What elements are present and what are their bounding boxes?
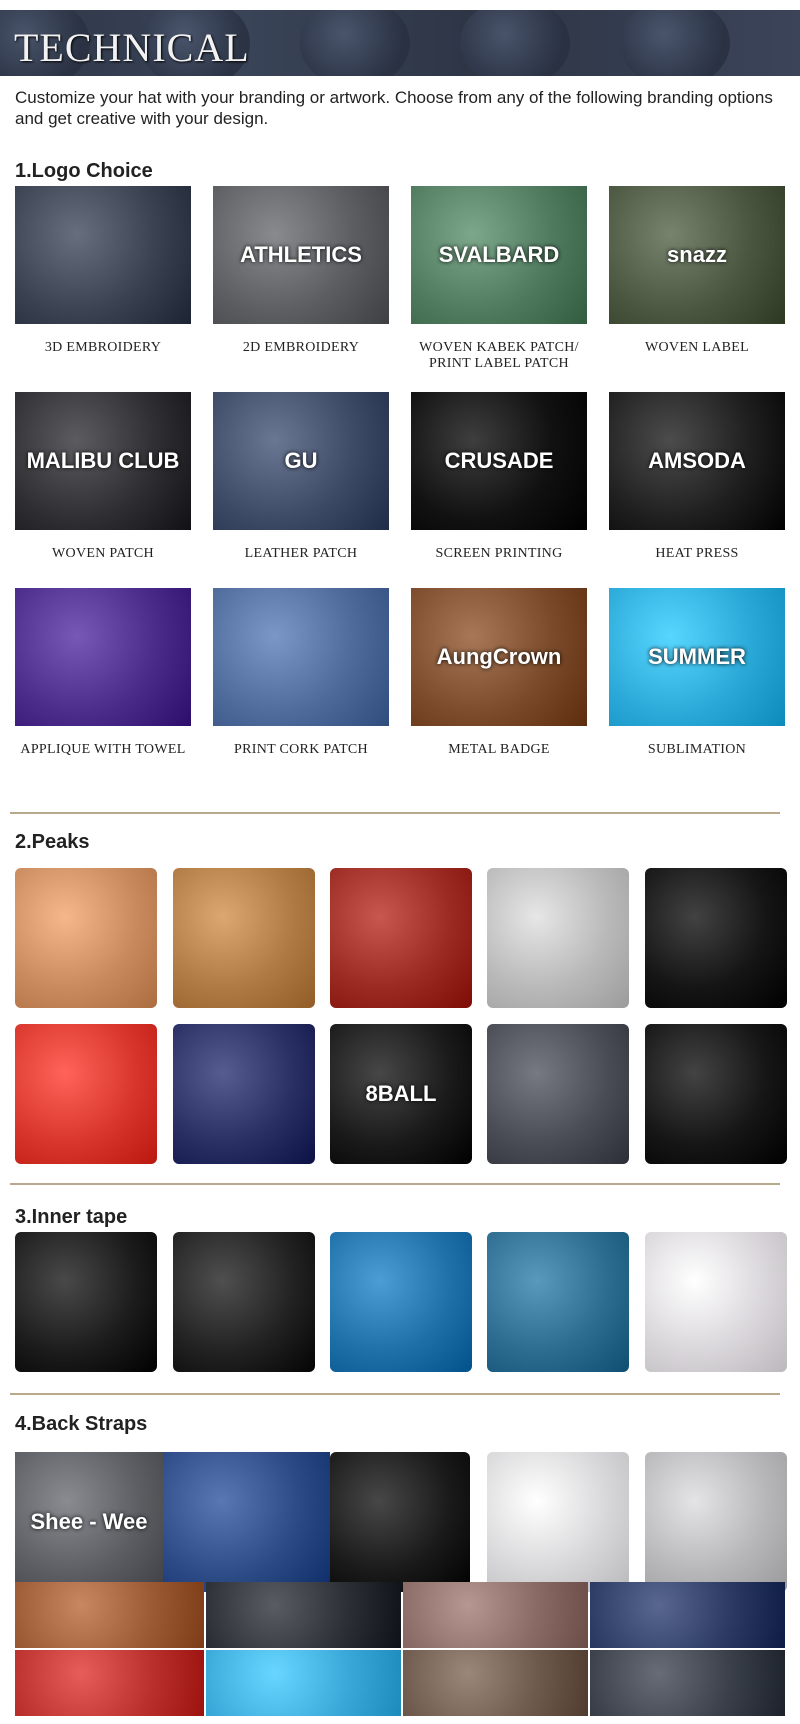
logo-option-caption: PRINT CORK PATCH [234, 742, 368, 757]
back-strap-closeup-image [590, 1582, 785, 1648]
logo-option-image: CRUSADE [411, 392, 587, 530]
banner-cap-image [300, 10, 410, 76]
logo-option-caption: WOVEN KABEK PATCH/ PRINT LABEL PATCH [419, 340, 579, 371]
logo-option-caption: WOVEN PATCH [52, 546, 154, 561]
peak-sample-image [173, 868, 315, 1008]
back-strap-closeup-image [590, 1650, 785, 1716]
section-title-peaks: 2.Peaks [15, 831, 90, 853]
back-strap-closeup-image [403, 1582, 588, 1648]
logo-option-caption: WOVEN LABEL [644, 340, 749, 355]
logo-option-image [15, 588, 191, 726]
image-overlay-text: SVALBARD [438, 242, 560, 267]
peak-sample-image [645, 868, 787, 1008]
image-overlay-text: GU [284, 448, 318, 473]
banner-cap-image [460, 10, 570, 76]
peak-sample-image [487, 1024, 629, 1164]
logo-option-caption: LEATHER PATCH [244, 546, 358, 561]
logo-option-image [15, 186, 191, 324]
peak-sample-image [173, 1024, 315, 1164]
section-title-back-straps: 4.Back Straps [15, 1413, 148, 1435]
logo-option-image: AungCrown [411, 588, 587, 726]
image-overlay-text: ATHLETICS [240, 242, 362, 267]
logo-option-image: SUMMER [609, 588, 785, 726]
logo-option-caption: METAL BADGE [448, 742, 550, 757]
divider [10, 1183, 780, 1185]
inner-tape-sample-image [487, 1232, 629, 1372]
divider [10, 812, 780, 814]
logo-option-caption: SUBLIMATION [647, 742, 747, 757]
inner-tape-sample-image [173, 1232, 315, 1372]
image-overlay-text: Shee - Wee [30, 1509, 148, 1534]
inner-tape-sample-image [645, 1232, 787, 1372]
back-strap-sample-image [163, 1452, 330, 1592]
page-title: TECHNICAL [14, 25, 250, 70]
logo-option-caption: 2D EMBROIDERY [242, 340, 360, 355]
image-overlay-text: MALIBU CLUB [26, 448, 180, 473]
back-strap-closeup-image [206, 1582, 401, 1648]
back-strap-closeup-image [206, 1650, 401, 1716]
image-overlay-text: AMSODA [648, 448, 746, 473]
logo-option-caption: APPLIQUE WITH TOWEL [20, 742, 186, 757]
divider [10, 1393, 780, 1395]
image-overlay-text: snazz [667, 242, 727, 267]
logo-option-image: GU [213, 392, 389, 530]
header-banner: TECHNICAL [0, 10, 800, 76]
back-strap-closeup-image [403, 1650, 588, 1716]
logo-option-caption: 3D EMBROIDERY [44, 340, 162, 355]
logo-option-image: ATHLETICS [213, 186, 389, 324]
intro-text: Customize your hat with your branding or… [15, 88, 773, 128]
logo-option-image [213, 588, 389, 726]
inner-tape-sample-image [330, 1232, 472, 1372]
peak-sample-image: 8BALL [330, 1024, 472, 1164]
back-strap-sample-image [487, 1452, 629, 1592]
banner-cap-image [620, 10, 730, 76]
back-strap-sample-image [645, 1452, 787, 1592]
logo-option-image: MALIBU CLUB [15, 392, 191, 530]
section-title-inner-tape: 3.Inner tape [15, 1206, 128, 1228]
peak-sample-image [15, 868, 157, 1008]
back-strap-sample-image [330, 1452, 470, 1592]
logo-option-image: AMSODA [609, 392, 785, 530]
peak-sample-image [645, 1024, 787, 1164]
back-strap-closeup-image [15, 1582, 204, 1648]
inner-tape-sample-image [15, 1232, 157, 1372]
section-title-logo-choice: 1.Logo Choice [15, 160, 153, 182]
peak-sample-image [330, 868, 472, 1008]
logo-option-caption: HEAT PRESS [655, 546, 739, 561]
image-overlay-text: CRUSADE [444, 448, 554, 473]
back-strap-sample-image: Shee - Wee [15, 1452, 163, 1592]
image-overlay-text: 8BALL [365, 1081, 437, 1106]
peak-sample-image [15, 1024, 157, 1164]
logo-option-image: SVALBARD [411, 186, 587, 324]
image-overlay-text: AungCrown [436, 644, 562, 669]
logo-option-image: snazz [609, 186, 785, 324]
image-overlay-text: SUMMER [648, 644, 746, 669]
peak-sample-image [487, 868, 629, 1008]
back-strap-closeup-image [15, 1650, 204, 1716]
logo-option-caption: SCREEN PRINTING [435, 546, 563, 561]
